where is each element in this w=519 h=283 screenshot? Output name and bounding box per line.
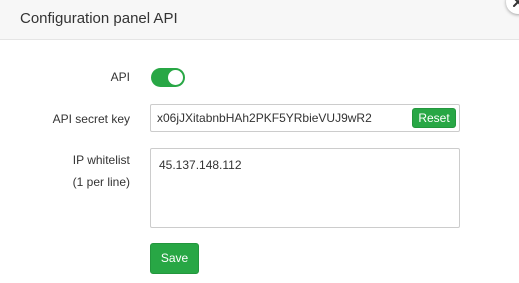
- secret-key-value: x06jJXitabnbHAh2PKF5YRbieVUJ9wR2: [157, 111, 372, 125]
- ip-whitelist-value: 45.137.148.112: [159, 158, 242, 172]
- save-button[interactable]: Save: [150, 243, 199, 274]
- secret-key-field[interactable]: x06jJXitabnbHAh2PKF5YRbieVUJ9wR2 Reset: [150, 104, 460, 132]
- toggle-knob: [168, 70, 183, 85]
- ip-whitelist-label-line2: (1 per line): [72, 175, 130, 189]
- ip-whitelist-textarea[interactable]: 45.137.148.112: [150, 148, 460, 228]
- dialog-title: Configuration panel API: [20, 10, 178, 27]
- config-api-dialog: Configuration panel API API API secret k…: [0, 0, 519, 283]
- ip-whitelist-label: IP whitelist (1 per line): [73, 149, 130, 193]
- api-label: API: [110, 70, 130, 84]
- api-toggle[interactable]: [151, 68, 185, 87]
- secret-key-label: API secret key: [52, 112, 130, 126]
- ip-whitelist-label-line1: IP whitelist: [72, 153, 130, 167]
- dialog-header: Configuration panel API: [0, 0, 519, 40]
- close-icon: [513, 0, 519, 7]
- reset-button[interactable]: Reset: [412, 108, 456, 128]
